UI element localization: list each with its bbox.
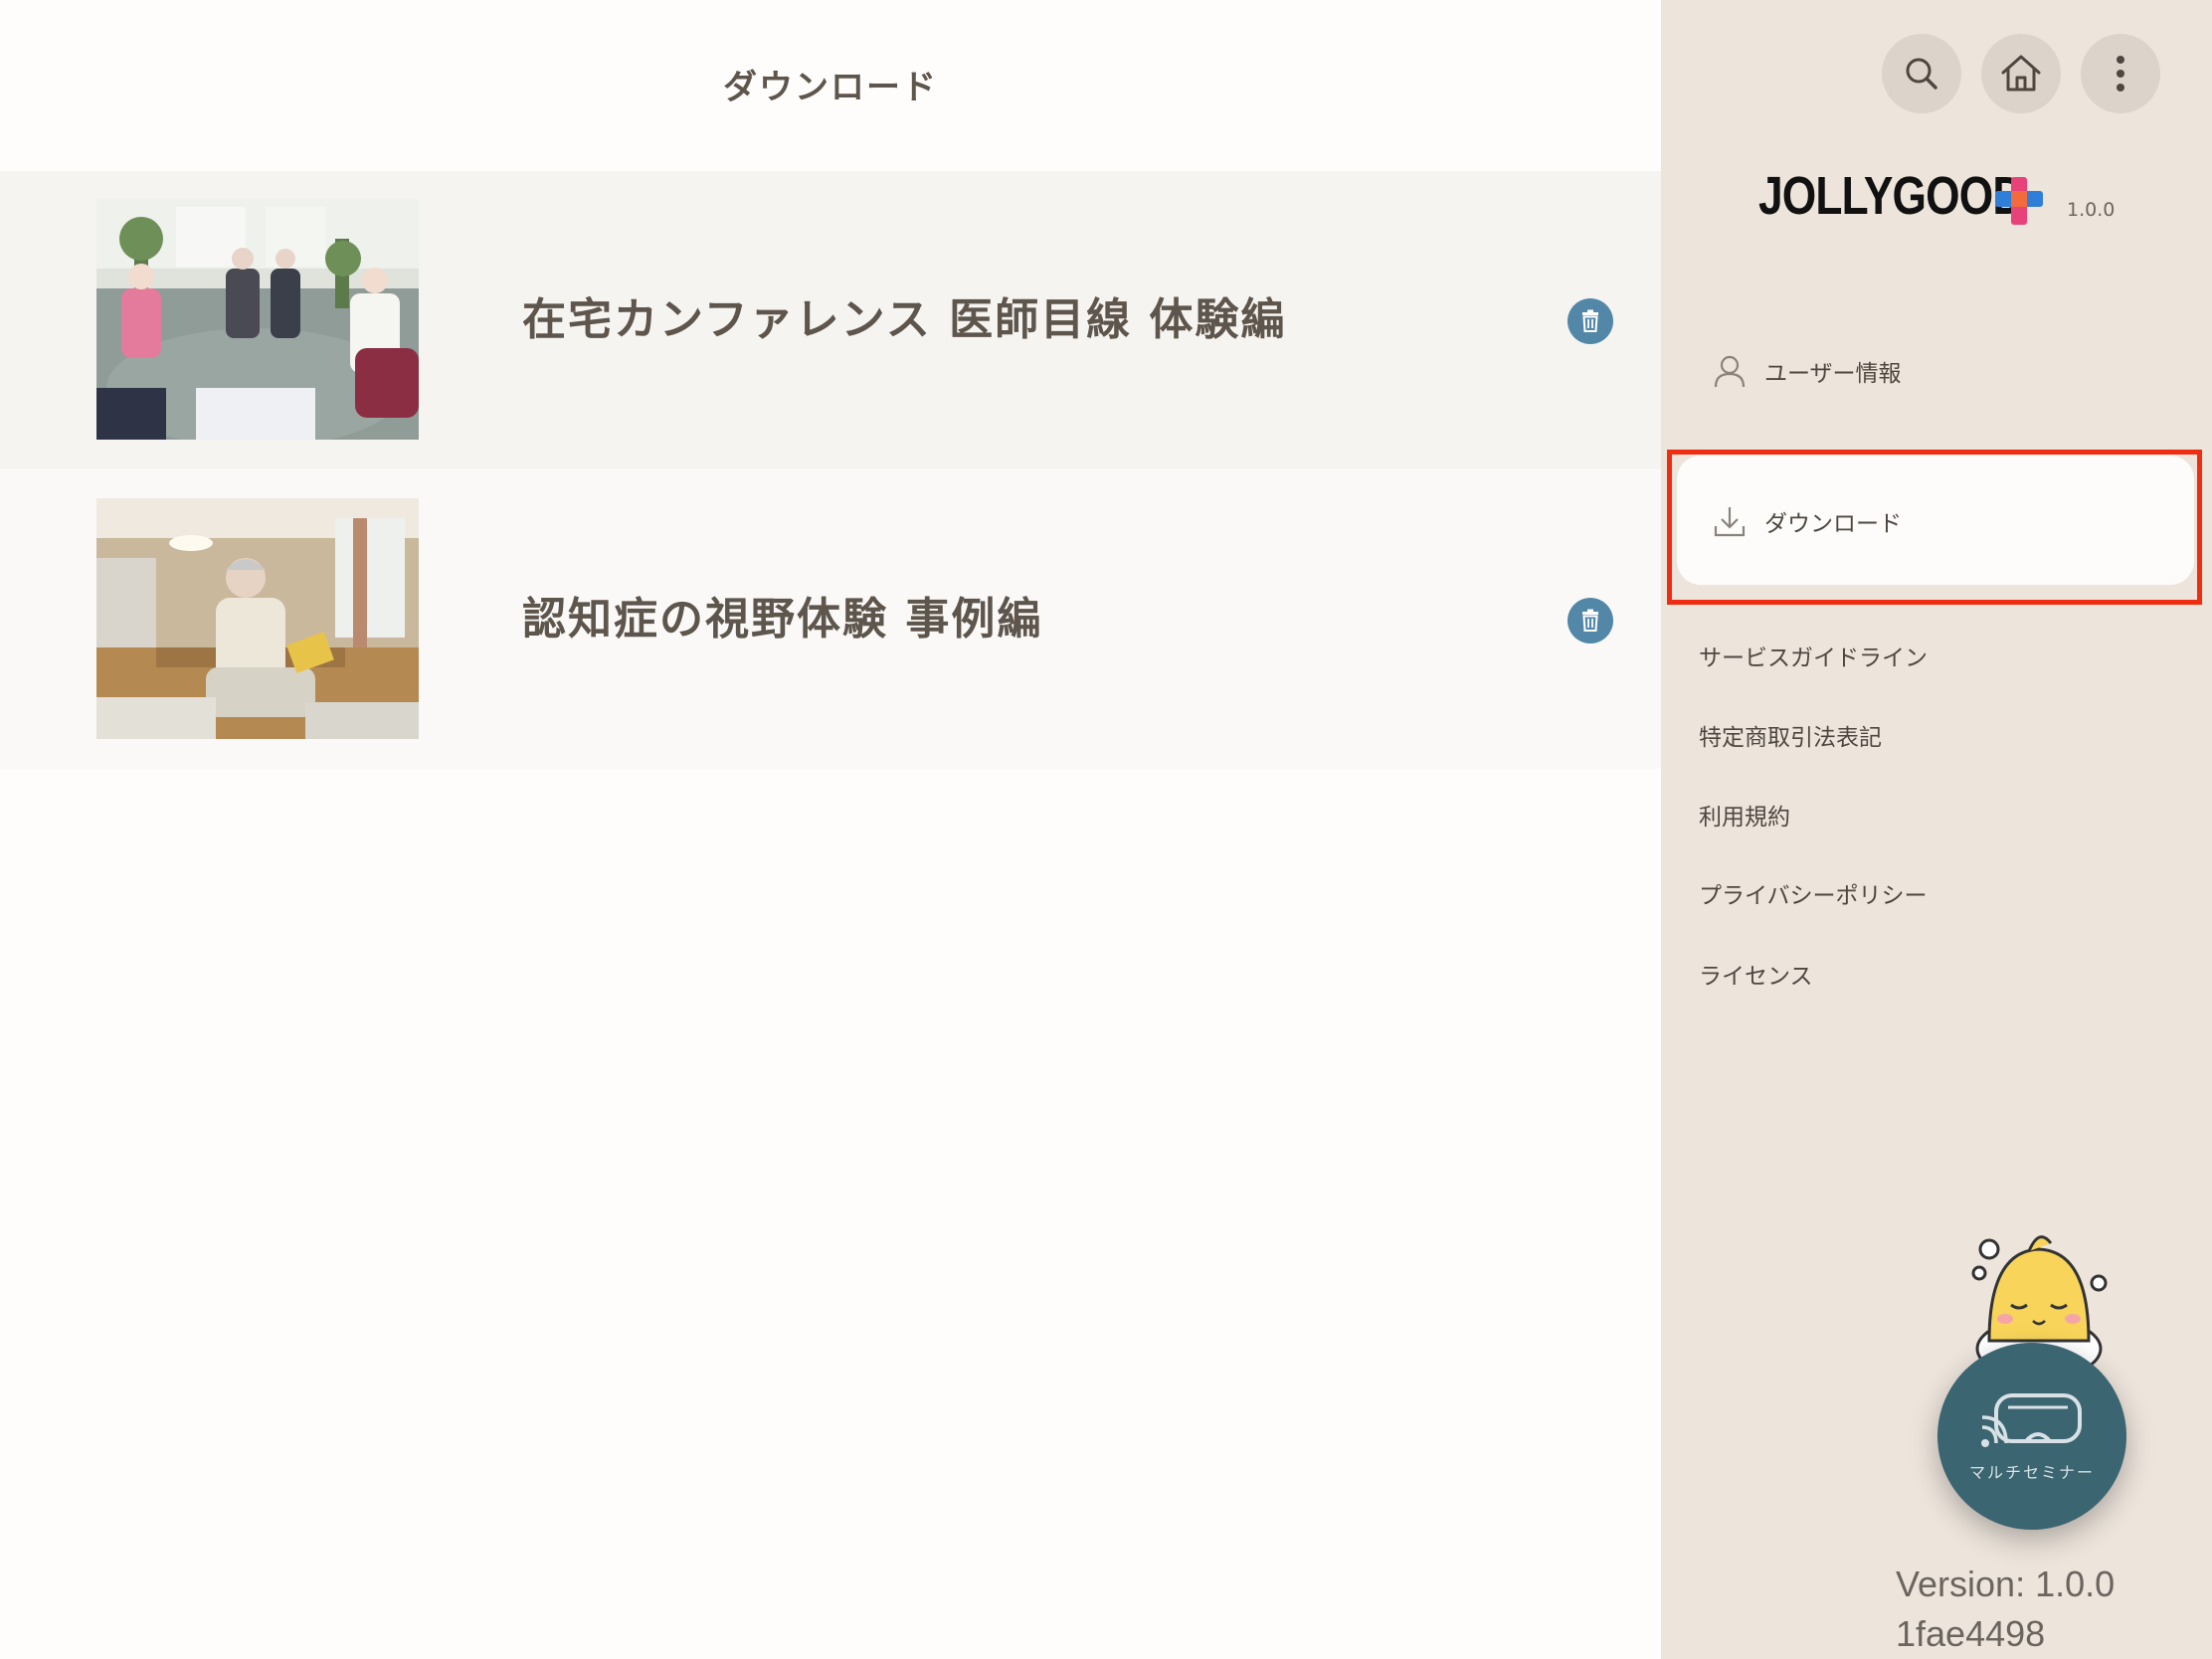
menu-item-label: ダウンロード bbox=[1764, 511, 1902, 537]
app-logo: JOLLYGOOD bbox=[1758, 166, 2024, 226]
search-icon bbox=[1906, 58, 1937, 90]
app-version: 1.0.0 bbox=[2067, 199, 2116, 221]
page-title: ダウンロード bbox=[723, 68, 938, 107]
menu-item-commerce-law[interactable]: 特定商取引法表記 bbox=[1699, 718, 1882, 752]
menu-item-service-guideline[interactable]: サービスガイドライン bbox=[1699, 639, 1928, 672]
video-thumbnail[interactable] bbox=[96, 199, 419, 440]
delete-button[interactable] bbox=[1567, 298, 1613, 344]
delete-button[interactable] bbox=[1567, 598, 1613, 644]
build-version: Version: 1.0.0 bbox=[1896, 1564, 2116, 1604]
menu-item-label: ユーザー情報 bbox=[1764, 361, 1902, 387]
main-content: ダウンロード 在宅カンファレンス 医師目線 体験編 認知症の視野体験 事例編 bbox=[0, 0, 1661, 1659]
video-title[interactable]: 認知症の視野体験 事例編 bbox=[522, 470, 1042, 769]
user-icon bbox=[1714, 355, 1746, 388]
logo-plus-icon bbox=[1995, 177, 2043, 225]
download-icon bbox=[1714, 507, 1746, 537]
trash-icon bbox=[1582, 309, 1598, 332]
more-button[interactable] bbox=[2081, 34, 2160, 113]
build-hash: 1fae4498 bbox=[1896, 1613, 2046, 1654]
video-thumbnail[interactable] bbox=[96, 498, 419, 739]
sidebar: JOLLYGOOD 1.0.0 ユーザー情報 ダウンロード サービスガイドライン… bbox=[1661, 0, 2212, 1659]
menu-item-user-info[interactable]: ユーザー情報 bbox=[1713, 354, 1902, 388]
download-list-item[interactable]: 在宅カンファレンス 医師目線 体験編 bbox=[0, 171, 1661, 469]
search-button[interactable] bbox=[1882, 34, 1961, 113]
menu-item-license[interactable]: ライセンス bbox=[1699, 957, 1813, 991]
trash-icon bbox=[1582, 609, 1598, 632]
menu-item-privacy-policy[interactable]: プライバシーポリシー bbox=[1699, 876, 1928, 910]
video-title[interactable]: 在宅カンファレンス 医師目線 体験編 bbox=[522, 171, 1286, 469]
home-icon bbox=[2001, 55, 2041, 92]
vr-headset-cast-icon bbox=[1981, 1393, 2082, 1447]
download-list-item[interactable]: 認知症の視野体験 事例編 bbox=[0, 470, 1661, 769]
multi-seminar-button[interactable]: マルチセミナー bbox=[1937, 1343, 2126, 1530]
multi-seminar-label: マルチセミナー bbox=[1968, 1463, 2095, 1482]
menu-item-terms[interactable]: 利用規約 bbox=[1699, 798, 1790, 831]
home-button[interactable] bbox=[1981, 34, 2061, 113]
menu-item-download[interactable]: ダウンロード bbox=[1713, 504, 1902, 538]
more-vertical-icon bbox=[2117, 56, 2124, 92]
